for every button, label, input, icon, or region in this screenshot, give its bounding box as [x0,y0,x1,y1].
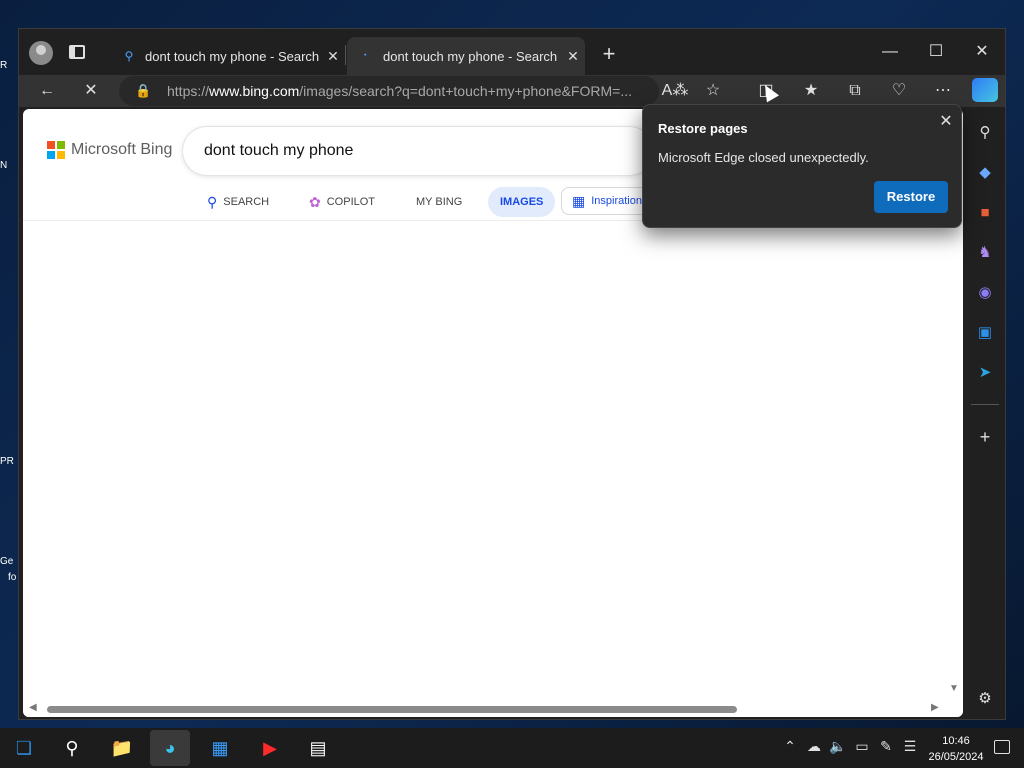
tab-close-icon[interactable]: ✕ [321,48,345,65]
games-icon[interactable]: ♞ [973,241,997,265]
address-bar[interactable]: 🔒 https://www.bing.com/images/search?q=d… [119,76,659,106]
restore-pages-popup: Restore pages ✕ Microsoft Edge closed un… [642,104,962,228]
shopping-icon[interactable]: ◆ [973,161,997,185]
close-window-button[interactable]: ✕ [959,37,1005,67]
nav-label: MY BING [416,196,463,208]
nav-copilot[interactable]: ✿ COPILOT [309,187,375,217]
inspiration-icon: ▦ [572,193,586,209]
clock-time: 10:46 [942,735,970,747]
settings-gear-icon[interactable]: ⚙ [973,687,997,711]
bing-logo-text: Microsoft Bing [71,141,173,158]
edge-sidebar: ⚲ ◆ ■ ♞ ◉ ▣ ➤ + ⚙ [965,109,1005,717]
favorites-icon[interactable]: ★ [797,79,825,103]
tab-search[interactable]: ⚲ dont touch my phone - Search ✕ [109,37,345,75]
clock-date: 26/05/2024 [928,751,984,763]
browser-essentials-icon[interactable]: ♡ [885,79,913,103]
tab-search-active[interactable]: ⠂ dont touch my phone - Search la ✕ [347,37,585,75]
add-icon[interactable]: + [973,425,997,449]
nav-label: IMAGES [500,196,544,208]
copilot-icon: ✿ [309,194,321,210]
tab-close-icon[interactable]: ✕ [561,48,585,65]
tab-separator [345,45,346,65]
network-icon[interactable]: ☁ [804,738,824,755]
search-icon: ⚲ [207,194,218,210]
stop-loading-icon[interactable]: ✕ [77,79,105,103]
popup-message: Microsoft Edge closed unexpectedly. [658,150,869,165]
back-arrow-icon[interactable]: ← [33,79,61,103]
maximize-button[interactable]: ☐ [913,37,959,67]
copilot-icon[interactable]: ◉ [973,281,997,305]
nav-my-bing[interactable]: MY BING [416,187,462,217]
store-icon[interactable]: ▦ [200,730,240,766]
edge-icon[interactable]: ◕ [150,730,190,766]
notification-icon[interactable] [994,740,1010,754]
read-aloud-icon[interactable]: A⁂ [661,79,689,103]
minimize-button[interactable]: — [867,37,913,67]
notepad-icon[interactable]: ▤ [298,730,338,766]
nav-inspiration[interactable]: ▦ Inspiration [561,187,653,215]
restore-button[interactable]: Restore [874,181,948,213]
search-icon[interactable]: ⚲ [973,121,997,145]
pen-icon[interactable]: ✎ [876,738,896,755]
collections-icon[interactable]: ⧉ [841,79,869,103]
nav-images[interactable]: IMAGES [488,187,556,217]
popup-close-icon[interactable]: ✕ [935,111,957,133]
tab-title: dont touch my phone - Search [145,48,320,64]
copilot-icon[interactable] [972,78,998,102]
tab-title: dont touch my phone - Search la [383,48,561,64]
scroll-left-arrow-icon[interactable]: ◀ [29,702,37,713]
volume-icon[interactable]: 🔈 [828,738,848,755]
nav-label: SEARCH [223,196,270,208]
youtube-icon[interactable]: ▶ [250,730,290,766]
outlook-icon[interactable]: ▣ [973,321,997,345]
popup-title: Restore pages [658,121,748,136]
search-favicon-icon: ⚲ [124,49,134,63]
scroll-down-arrow-icon[interactable]: ▼ [949,683,959,694]
tools-icon[interactable]: ■ [973,201,997,225]
loading-spinner-icon: ⠂ [362,49,372,63]
scroll-right-arrow-icon[interactable]: ▶ [931,702,939,713]
favorite-star-icon[interactable]: ☆ [699,79,727,103]
windows-start-icon[interactable]: ❏ [4,730,44,766]
more-menu-icon[interactable]: ⋯ [929,79,957,103]
display-icon[interactable]: ▭ [852,738,872,755]
nav-label: Inspiration [591,195,642,207]
microsoft-logo-icon [47,141,65,159]
horizontal-scrollbar[interactable]: ◀ ▶ [23,701,963,717]
clock[interactable]: 10:46 26/05/2024 [924,733,988,765]
scrollbar-thumb[interactable] [47,706,737,713]
search-input[interactable]: dont touch my phone [183,127,653,175]
file-explorer-icon[interactable]: 📁 [102,730,142,766]
settings-sliders-icon[interactable]: ☰ [900,738,920,755]
lock-icon[interactable]: 🔒 [135,76,151,106]
chevron-up-icon[interactable]: ⌃ [780,738,800,755]
nav-label: COPILOT [326,196,376,208]
bing-logo[interactable]: Microsoft Bing [47,141,172,159]
toolbar: ← ✕ 🔒 https://www.bing.com/images/search… [19,75,1005,107]
profile-avatar[interactable] [29,41,53,65]
taskbar: ❏ ⚲ 📁 ◕ ▦ ▶ ▤ ⌃ ☁ 🔈 ▭ ✎ ☰ 10:46 26/05/20… [0,728,1024,768]
sidebar-divider [971,404,999,405]
new-tab-button[interactable]: + [597,41,621,67]
tab-strip: ⚲ dont touch my phone - Search ✕ ⠂ dont … [19,29,1005,75]
telegram-icon[interactable]: ➤ [973,361,997,385]
tab-actions-icon[interactable] [69,45,85,59]
nav-search[interactable]: ⚲ SEARCH [207,187,269,217]
url-text: https://www.bing.com/images/search?q=don… [167,83,632,99]
search-icon[interactable]: ⚲ [52,730,92,766]
